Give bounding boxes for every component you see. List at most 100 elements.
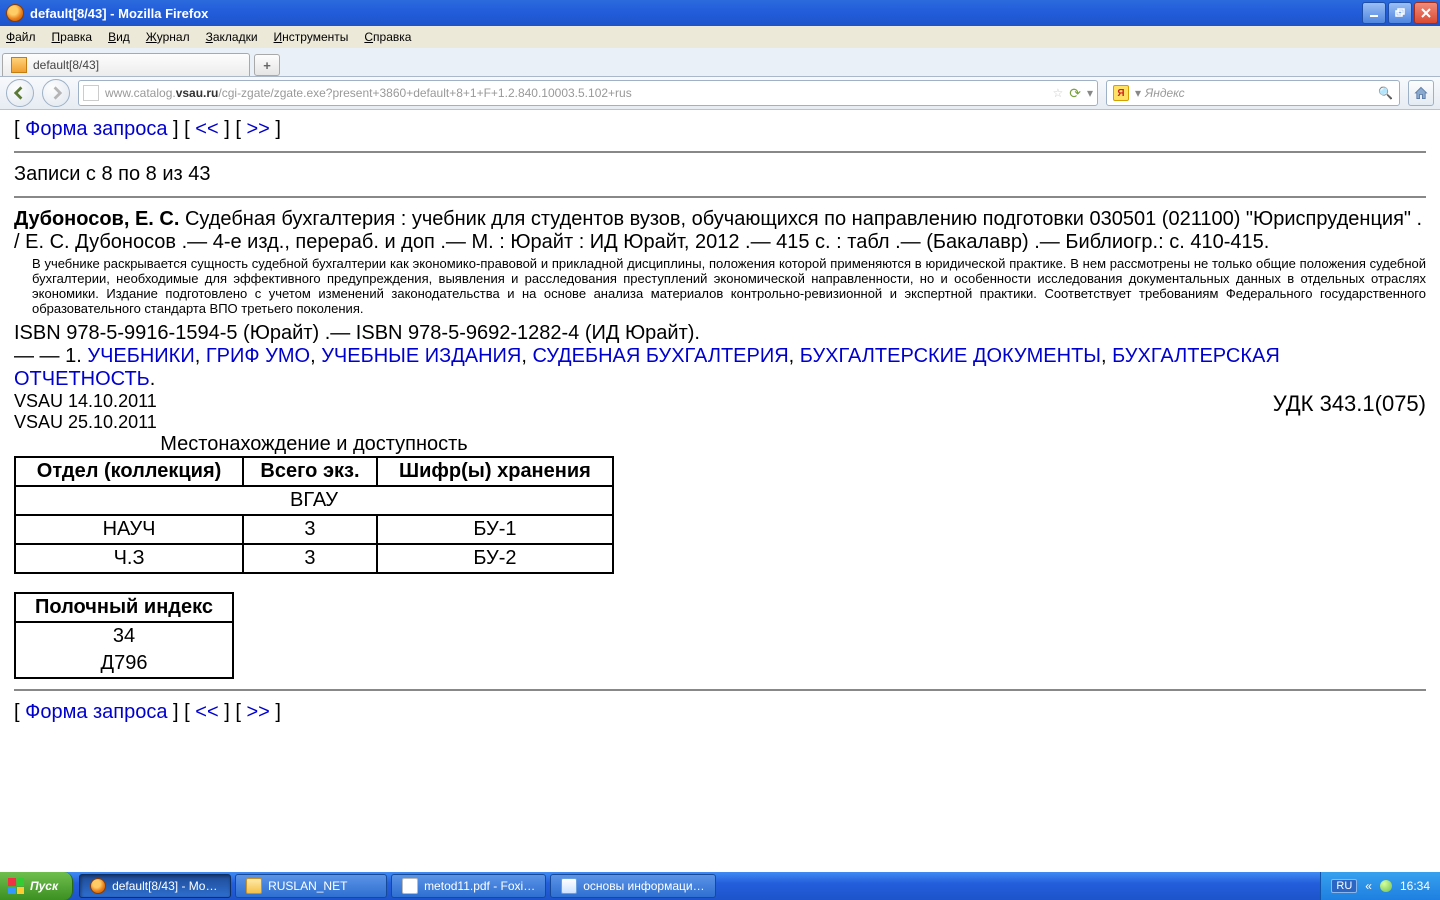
favorite-icon[interactable]: ☆: [1052, 86, 1063, 100]
table-row: Ч.З 3 БУ-2: [15, 544, 613, 573]
forward-button[interactable]: [42, 79, 70, 107]
cell-total: 3: [243, 544, 377, 573]
abstract: В учебнике раскрывается сущность судебно…: [14, 254, 1426, 322]
home-button[interactable]: [1408, 80, 1434, 106]
menu-edit[interactable]: Правка: [52, 30, 93, 44]
page-favicon-icon: [83, 85, 99, 101]
task-item[interactable]: основы информаци…: [550, 874, 715, 898]
folder-icon: [246, 878, 262, 894]
menu-help[interactable]: Справка: [364, 30, 411, 44]
pdf-icon: [402, 878, 418, 894]
tabstrip: default[8/43] +: [0, 48, 1440, 77]
menu-bookmarks[interactable]: Закладки: [206, 30, 258, 44]
minimize-button[interactable]: [1362, 2, 1386, 24]
firefox-icon: [90, 878, 106, 894]
close-button[interactable]: [1414, 2, 1438, 24]
menu-history[interactable]: Журнал: [146, 30, 190, 44]
task-item[interactable]: metod11.pdf - Foxi…: [391, 874, 546, 898]
firefox-icon: [6, 4, 24, 22]
windows-flag-icon: [8, 878, 24, 894]
page-content: [ Форма запроса ] [ << ] [ >> ] Записи с…: [0, 110, 1440, 892]
menu-file[interactable]: Файл: [6, 30, 36, 44]
link-query-form[interactable]: Форма запроса: [25, 118, 167, 140]
menubar: Файл Правка Вид Журнал Закладки Инструме…: [0, 26, 1440, 48]
location-table: Отдел (коллекция) Всего экз. Шифр(ы) хра…: [14, 456, 614, 574]
subject-link[interactable]: УЧЕБНЫЕ ИЗДАНИЯ: [321, 345, 521, 367]
link-query-form[interactable]: Форма запроса: [25, 701, 167, 723]
records-range: Записи с 8 по 8 из 43: [14, 163, 1426, 186]
cell-code: БУ-2: [377, 544, 613, 573]
window-titlebar: default[8/43] - Mozilla Firefox: [0, 0, 1440, 26]
subjects-prefix: — — 1.: [14, 345, 87, 367]
shelf-line2: Д796: [15, 650, 233, 678]
col-department: Отдел (коллекция): [15, 457, 243, 486]
task-label: основы информаци…: [583, 879, 704, 893]
restore-button[interactable]: [1388, 2, 1412, 24]
cell-code: БУ-1: [377, 515, 613, 544]
location-heading: Местонахождение и доступность: [14, 433, 614, 456]
menu-view[interactable]: Вид: [108, 30, 130, 44]
location-group: ВГАУ: [15, 486, 613, 515]
topnav: [ Форма запроса ] [ << ] [ >> ]: [14, 118, 1426, 141]
reload-button[interactable]: ⟳: [1069, 85, 1081, 102]
link-prev[interactable]: <<: [195, 118, 218, 140]
menu-tools[interactable]: Инструменты: [274, 30, 349, 44]
system-tray: RU « 16:34: [1320, 872, 1440, 900]
subject-link[interactable]: УЧЕБНИКИ: [87, 345, 194, 367]
new-tab-button[interactable]: +: [254, 54, 280, 76]
author: Дубоносов, Е. С.: [14, 208, 179, 230]
navbar: www.catalog. vsau.ru /cgi-zgate/zgate.ex…: [0, 77, 1440, 110]
word-icon: [561, 878, 577, 894]
task-label: default[8/43] - Mo…: [112, 879, 217, 893]
subject-link[interactable]: ГРИФ УМО: [206, 345, 310, 367]
start-button[interactable]: Пуск: [0, 872, 73, 900]
url-path: /cgi-zgate/zgate.exe?present+3860+defaul…: [218, 86, 631, 100]
link-next[interactable]: >>: [246, 118, 269, 140]
start-label: Пуск: [30, 879, 58, 893]
url-prefix: www.catalog.: [105, 86, 176, 100]
title-body: Судебная бухгалтерия : учебник для студе…: [14, 208, 1422, 253]
tray-chevron-icon[interactable]: «: [1365, 879, 1372, 893]
address-bar[interactable]: www.catalog. vsau.ru /cgi-zgate/zgate.ex…: [78, 80, 1098, 106]
search-dropdown-icon[interactable]: ▾: [1135, 86, 1141, 100]
shelf-heading: Полочный индекс: [15, 593, 233, 622]
col-code: Шифр(ы) хранения: [377, 457, 613, 486]
search-placeholder: Яндекс: [1145, 86, 1185, 100]
url-host: vsau.ru: [176, 86, 219, 100]
task-label: metod11.pdf - Foxi…: [424, 879, 535, 893]
isbn-line: ISBN 978-5-9916-1594-5 (Юрайт) .— ISBN 9…: [14, 322, 1426, 345]
link-prev[interactable]: <<: [195, 701, 218, 723]
meta-updated: VSAU 25.10.2011: [14, 412, 157, 433]
udk: УДК 343.1(075): [1273, 391, 1426, 433]
language-indicator[interactable]: RU: [1331, 879, 1357, 893]
subjects-line: — — 1. УЧЕБНИКИ, ГРИФ УМО, УЧЕБНЫЕ ИЗДАН…: [14, 345, 1426, 391]
browser-tab[interactable]: default[8/43]: [2, 53, 250, 76]
search-box[interactable]: Я ▾ Яндекс 🔍: [1106, 80, 1400, 106]
tab-title: default[8/43]: [33, 58, 99, 72]
back-button[interactable]: [6, 79, 34, 107]
col-total: Всего экз.: [243, 457, 377, 486]
task-item[interactable]: RUSLAN_NET: [235, 874, 387, 898]
search-engine-icon: Я: [1113, 85, 1129, 101]
cell-dept: НАУЧ: [15, 515, 243, 544]
bottomnav: [ Форма запроса ] [ << ] [ >> ]: [14, 701, 1426, 724]
bibliographic-entry: Дубоносов, Е. С. Судебная бухгалтерия : …: [14, 208, 1426, 254]
link-next[interactable]: >>: [246, 701, 269, 723]
clock[interactable]: 16:34: [1400, 879, 1430, 893]
shelf-line1: 34: [15, 622, 233, 650]
urlbar-dropdown-icon[interactable]: ▾: [1087, 86, 1093, 100]
cell-total: 3: [243, 515, 377, 544]
taskbar: Пуск default[8/43] - Mo… RUSLAN_NET meto…: [0, 872, 1440, 900]
search-go-icon[interactable]: 🔍: [1378, 86, 1393, 100]
meta-created: VSAU 14.10.2011: [14, 391, 157, 412]
tray-status-icon[interactable]: [1380, 880, 1392, 892]
shelf-index-table: Полочный индекс 34 Д796: [14, 592, 234, 679]
table-row: НАУЧ 3 БУ-1: [15, 515, 613, 544]
task-item[interactable]: default[8/43] - Mo…: [79, 874, 231, 898]
window-title: default[8/43] - Mozilla Firefox: [30, 6, 208, 21]
task-label: RUSLAN_NET: [268, 879, 347, 893]
tab-favicon-icon: [11, 57, 27, 73]
cell-dept: Ч.З: [15, 544, 243, 573]
subject-link[interactable]: БУХГАЛТЕРСКИЕ ДОКУМЕНТЫ: [800, 345, 1101, 367]
subject-link[interactable]: СУДЕБНАЯ БУХГАЛТЕРИЯ: [532, 345, 788, 367]
